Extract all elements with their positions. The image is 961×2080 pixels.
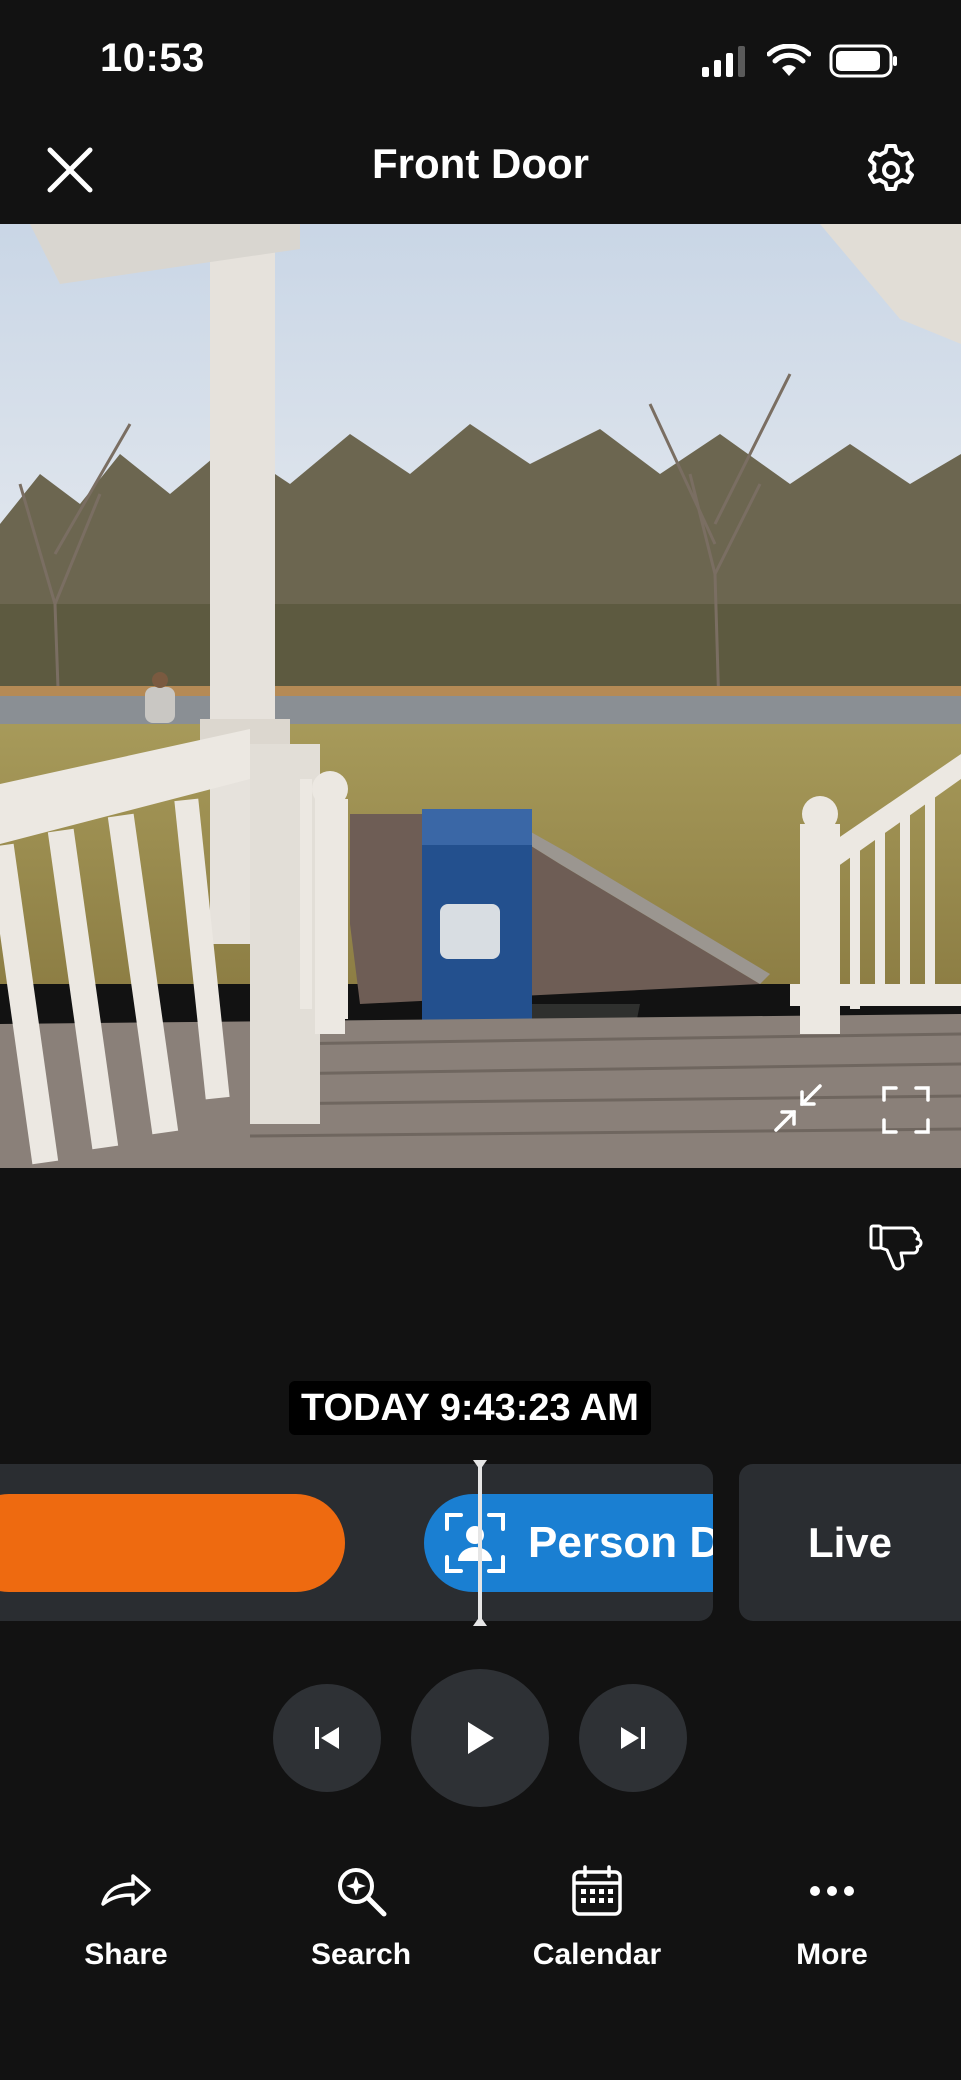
play-icon (468, 1722, 494, 1754)
feedback-button[interactable] (867, 1220, 927, 1276)
fullscreen-button[interactable] (880, 1084, 932, 1136)
exit-fullscreen-button[interactable] (772, 1082, 824, 1134)
person-event-label: Person De (528, 1518, 713, 1567)
more-icon (805, 1864, 859, 1918)
skip-previous-button[interactable] (273, 1684, 381, 1792)
motion-event-marker[interactable] (0, 1494, 345, 1592)
doorbell-camera-frame (0, 224, 961, 1168)
more-button[interactable]: More (752, 1864, 912, 1972)
status-icons (701, 44, 899, 78)
gear-icon (868, 144, 914, 191)
more-label: More (796, 1938, 868, 1971)
camera-video-feed[interactable] (0, 224, 961, 1168)
skip-previous-icon (315, 1727, 339, 1749)
calendar-label: Calendar (532, 1938, 662, 1971)
skip-next-icon (621, 1727, 645, 1749)
person-event-marker[interactable]: Person De (424, 1494, 713, 1592)
skip-next-button[interactable] (579, 1684, 687, 1792)
battery-icon (829, 44, 897, 78)
thumbs-down-icon (869, 1224, 923, 1271)
search-label: Search (310, 1938, 412, 1971)
person-detected-icon (436, 1504, 514, 1582)
page-title: Front Door (372, 140, 589, 187)
calendar-icon (570, 1864, 624, 1918)
share-icon (99, 1864, 153, 1918)
share-button[interactable]: Share (46, 1864, 206, 1972)
fullscreen-icon (882, 1086, 930, 1134)
settings-button[interactable] (861, 140, 921, 200)
timeline-timestamp: TODAY 9:43:23 AM (289, 1381, 651, 1435)
play-button[interactable] (411, 1669, 549, 1807)
live-button[interactable]: Live (739, 1464, 961, 1621)
timeline-playhead[interactable] (473, 1460, 487, 1626)
search-button[interactable]: Search (281, 1864, 441, 1972)
search-sparkle-icon (334, 1864, 388, 1918)
status-time: 10:53 (100, 36, 205, 80)
event-timeline[interactable]: Person De (0, 1464, 713, 1621)
wifi-icon (767, 44, 811, 76)
exit-fullscreen-icon (774, 1084, 822, 1132)
calendar-button[interactable]: Calendar (517, 1864, 677, 1972)
share-label: Share (84, 1938, 168, 1971)
cellular-signal-icon (702, 46, 745, 77)
